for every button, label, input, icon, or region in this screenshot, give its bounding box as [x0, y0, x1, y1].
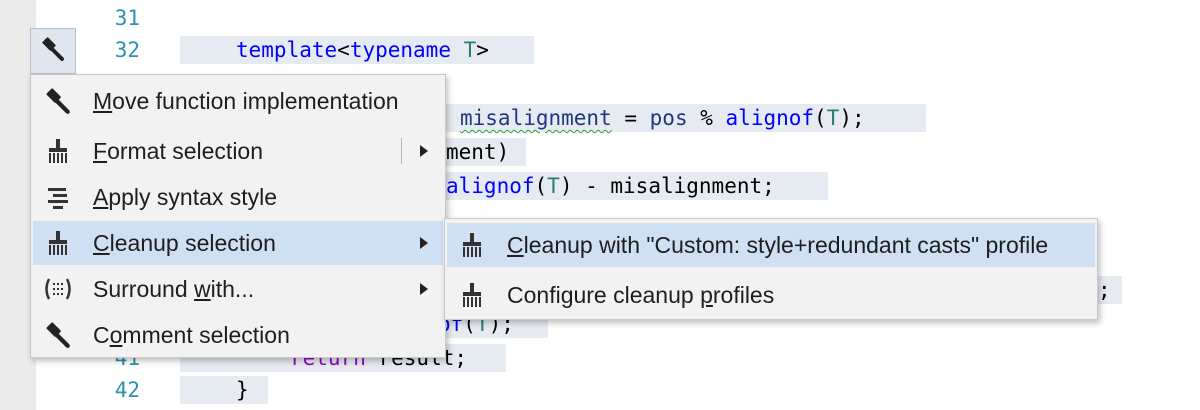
split-divider — [401, 138, 402, 164]
menu-item-label: Format selection — [93, 137, 264, 164]
hammer-icon — [33, 321, 83, 349]
menu-item-label: Surround with... — [93, 275, 255, 302]
align-lines-icon — [33, 184, 83, 210]
code-line-32[interactable]: template<typename T> — [180, 36, 534, 64]
menu-item-move-function-implementation[interactable]: Move function implementation — [33, 79, 443, 123]
submenu-item-label: Cleanup with "Custom: style+redundant ca… — [507, 231, 1049, 258]
code-line-36[interactable]: alignof(T) - misalignment; — [446, 172, 828, 200]
submenu-item-cleanup-with-profile[interactable]: Cleanup with "Custom: style+redundant ca… — [447, 223, 1095, 267]
action-bulb-button[interactable] — [30, 28, 76, 74]
menu-item-label: Comment selection — [93, 321, 290, 348]
line-number-32: 32 — [114, 38, 140, 62]
menu-item-cleanup-selection[interactable]: Cleanup selection — [33, 221, 443, 265]
code-line-42[interactable]: } — [180, 376, 268, 404]
broom-icon — [447, 231, 497, 259]
menu-item-format-selection[interactable]: Format selection — [33, 129, 443, 173]
cleanup-submenu: Cleanup with "Custom: style+redundant ca… — [444, 218, 1098, 320]
menu-item-surround-with[interactable]: Surround with... — [33, 267, 443, 311]
broom-icon — [447, 281, 497, 309]
line-number-42: 42 — [114, 378, 140, 402]
submenu-arrow-icon[interactable] — [419, 129, 429, 173]
broom-icon — [33, 229, 83, 257]
menu-item-label: Apply syntax style — [93, 183, 278, 210]
code-line-35[interactable]: ment) — [446, 138, 526, 166]
line-number-31: 31 — [114, 6, 140, 30]
menu-item-label: Move function implementation — [93, 87, 399, 114]
submenu-arrow-icon[interactable] — [419, 267, 429, 311]
menu-item-comment-selection[interactable]: Comment selection — [33, 313, 443, 357]
hammer-icon — [33, 87, 83, 115]
submenu-item-label: Configure cleanup profiles — [507, 281, 775, 308]
menu-item-label: Cleanup selection — [93, 229, 276, 256]
submenu-item-configure-cleanup-profiles[interactable]: Configure cleanup profiles — [447, 273, 1095, 317]
broom-icon — [33, 137, 83, 165]
surround-icon — [33, 276, 83, 302]
context-menu: Move function implementation Format sele… — [30, 74, 446, 358]
hammer-icon — [40, 36, 66, 67]
submenu-arrow-icon[interactable] — [419, 221, 429, 265]
code-line-34[interactable]: misalignment = pos % alignof(T); — [446, 104, 926, 132]
code-line-38-tail[interactable]: ; — [1098, 276, 1122, 304]
menu-item-apply-syntax-style[interactable]: Apply syntax style — [33, 175, 443, 219]
